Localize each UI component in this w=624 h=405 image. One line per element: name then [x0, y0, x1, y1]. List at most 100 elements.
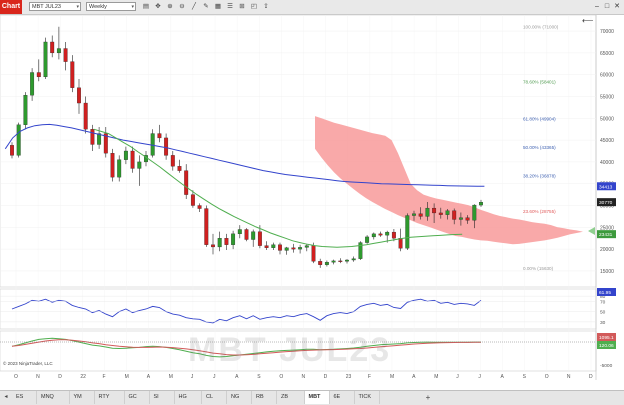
- blue-ma-marker-label: 34413: [599, 184, 613, 190]
- tab-tick[interactable]: TICK: [355, 391, 380, 404]
- tab-mbt[interactable]: MBT: [304, 391, 330, 404]
- candle-body: [452, 210, 457, 220]
- tab-hg[interactable]: HG: [175, 391, 202, 404]
- back-arrow-icon[interactable]: ⟵: [582, 16, 594, 25]
- candle-body: [137, 161, 142, 169]
- candle-body: [438, 212, 443, 215]
- fib-level-label: 61.80% (49904): [523, 117, 556, 122]
- instrument-tabs: ◂ ES MNQ YM RTY GC SI HG CL NG RB ZB MBT 6E TICK +: [0, 390, 624, 405]
- rsi-last-marker-label: 61.95: [599, 290, 611, 296]
- candle-body: [391, 231, 396, 239]
- price-tick-label: 20000: [600, 247, 614, 253]
- price-tick-label: 55000: [600, 94, 614, 100]
- copyright-notice: © 2023 NinjaTrader, LLC: [3, 361, 53, 366]
- price-tick-label: 45000: [600, 138, 614, 144]
- candle-body: [291, 247, 296, 250]
- time-tick-label: N: [302, 374, 306, 380]
- candle-body: [16, 124, 21, 156]
- time-tick-label: N: [36, 374, 40, 380]
- candle-body: [345, 259, 349, 262]
- price-tick-label: 15000: [600, 269, 614, 275]
- candle-body: [412, 213, 416, 216]
- candle-body: [284, 247, 289, 251]
- fib-level-label: 23.60% (28755): [523, 209, 556, 214]
- candle-body: [338, 260, 343, 262]
- rsi-tick-label: 70: [600, 299, 606, 305]
- fib-level-label: 100.00% (71000): [523, 25, 559, 30]
- candle-body: [298, 247, 303, 250]
- price-tick-label: 70000: [600, 29, 614, 35]
- candle-body: [398, 238, 403, 249]
- fib-level-label: 50.00% (43365): [523, 145, 556, 150]
- candle-body: [311, 245, 316, 262]
- tab-rty[interactable]: RTY: [95, 391, 125, 404]
- time-tick-label: O: [14, 374, 18, 380]
- tab-zb[interactable]: ZB: [277, 391, 305, 404]
- tab-6e[interactable]: 6E: [330, 391, 355, 404]
- candle-body: [43, 41, 48, 78]
- time-tick-label: N: [567, 374, 571, 380]
- candle-body: [224, 238, 229, 245]
- tab-mnq[interactable]: MNQ: [37, 391, 70, 404]
- fib-level-label: 38.20% (36878): [523, 174, 556, 179]
- time-axis-ticks: O N D 22 F M A M J J A S O N D 23 F M A M J J A S O N D: [14, 374, 593, 380]
- candle-body: [164, 137, 169, 156]
- candle-body: [365, 236, 370, 243]
- candle-body: [465, 217, 470, 221]
- tab-cl[interactable]: CL: [202, 391, 227, 404]
- candle-body: [324, 262, 329, 265]
- time-tick-label: A: [501, 374, 505, 380]
- candle-body: [271, 244, 276, 248]
- time-tick-label: F: [368, 374, 371, 380]
- candle-body: [278, 244, 282, 251]
- tab-gc[interactable]: GC: [125, 391, 150, 404]
- candle-body: [10, 145, 14, 156]
- time-tick-label: 23: [346, 374, 352, 380]
- time-tick-label: 22: [80, 374, 86, 380]
- candle-body: [83, 102, 88, 130]
- time-tick-label: M: [125, 374, 129, 380]
- time-tick-label: D: [324, 374, 328, 380]
- candle-body: [56, 48, 61, 54]
- tab-es[interactable]: ES: [12, 391, 37, 404]
- candle-body: [184, 170, 189, 195]
- time-tick-label: S: [257, 374, 261, 380]
- rsi-tick-label: 50: [600, 310, 606, 316]
- tab-si[interactable]: SI: [150, 391, 175, 404]
- time-tick-label: A: [235, 374, 239, 380]
- candle-body: [170, 155, 175, 167]
- candle-body: [204, 208, 209, 245]
- tab-rb[interactable]: RB: [252, 391, 277, 404]
- tab-scroll-left-icon[interactable]: ◂: [2, 392, 10, 403]
- candle-body: [425, 207, 430, 217]
- candle-body: [385, 231, 390, 236]
- time-tick-label: J: [478, 374, 481, 380]
- price-panel: [0, 14, 597, 288]
- candle-body: [36, 72, 41, 78]
- last-price-marker-label: 30770: [599, 200, 613, 206]
- candle-body: [123, 150, 128, 160]
- time-tick-label: J: [456, 374, 459, 380]
- time-tick-label: O: [545, 374, 549, 380]
- time-tick-label: D: [58, 374, 62, 380]
- candle-body: [351, 258, 356, 261]
- candle-body: [217, 238, 222, 248]
- candle-body: [432, 207, 437, 214]
- time-tick-label: M: [390, 374, 394, 380]
- time-tick-label: O: [279, 374, 283, 380]
- candle-body: [472, 204, 477, 221]
- signal-last-marker-label: 120.06: [599, 343, 614, 349]
- candle-body: [378, 233, 383, 236]
- candle-body: [150, 133, 155, 156]
- candle-body: [251, 231, 256, 240]
- price-tick-label: 60000: [600, 73, 614, 79]
- add-tab-button[interactable]: +: [423, 391, 433, 404]
- candle-body: [30, 72, 35, 96]
- instrument-watermark: MBT JUL23: [188, 331, 392, 369]
- tab-ng[interactable]: NG: [227, 391, 252, 404]
- tab-ym[interactable]: YM: [70, 391, 95, 404]
- time-tick-label: M: [169, 374, 173, 380]
- candle-body: [371, 233, 376, 238]
- fib-level-label: 78.60% (58401): [523, 80, 556, 85]
- candle-body: [458, 217, 463, 220]
